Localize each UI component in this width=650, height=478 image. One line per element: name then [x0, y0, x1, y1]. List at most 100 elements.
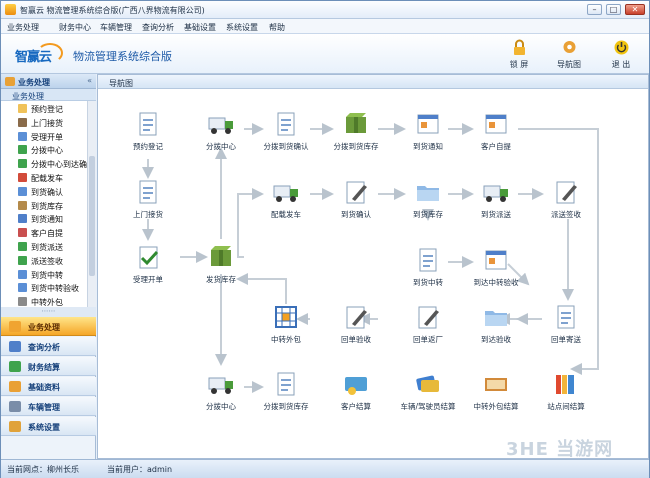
- sidebar-item-4[interactable]: 分拨中心到达确认: [18, 157, 87, 170]
- sidebar-item-12[interactable]: 到货中转: [18, 268, 87, 281]
- flow-node-19[interactable]: 到达验收: [463, 304, 529, 348]
- menu-vehicle[interactable]: 车辆管理: [100, 22, 132, 33]
- menu-system[interactable]: 系统设置: [226, 22, 258, 33]
- sidebar-item-label: 到货通知: [31, 215, 63, 225]
- folder-icon: [5, 77, 15, 86]
- flow-node-label: 到货通知: [413, 142, 443, 151]
- module-0[interactable]: 业务处理: [1, 317, 96, 336]
- module-label: 查询分析: [28, 343, 60, 352]
- flow-node-4[interactable]: 发货库存: [188, 244, 254, 288]
- exit-button[interactable]: 退 出: [606, 39, 636, 71]
- module-3[interactable]: 基础资料: [1, 377, 96, 396]
- sidebar-item-10[interactable]: 到货派送: [18, 240, 87, 253]
- close-button[interactable]: ✕: [625, 4, 645, 15]
- pen-icon: [343, 304, 369, 330]
- flow-node-9[interactable]: 配载发车: [253, 179, 319, 223]
- module-label: 车辆管理: [28, 403, 60, 412]
- flow-node-26[interactable]: 站点间结算: [533, 371, 599, 415]
- module-5[interactable]: 系统设置: [1, 417, 96, 436]
- sidebar-item-label: 受理开单: [31, 132, 63, 142]
- maximize-button[interactable]: □: [606, 4, 621, 15]
- flow-node-label: 站点间结算: [547, 402, 585, 411]
- flow-node-label: 客户自提: [481, 142, 511, 151]
- status-user: 当前用户：admin: [107, 465, 173, 474]
- flow-diagram: 预约登记 上门接货 受理开单 分拨中心 发货库存 分拨到货确认 分拨到货库存 到货通知 客户自提…: [98, 89, 648, 459]
- minimize-button[interactable]: –: [587, 4, 602, 15]
- flow-node-13[interactable]: 派送签收: [533, 179, 599, 223]
- truck-icon: [483, 179, 509, 205]
- menu-finance[interactable]: 财务中心: [59, 22, 91, 33]
- flow-node-3[interactable]: 分拨中心: [188, 111, 254, 155]
- sidebar-item-11[interactable]: 派送签收: [18, 254, 87, 267]
- flow-node-label: 受理开单: [133, 275, 163, 284]
- sidebar-item-icon: [18, 104, 27, 113]
- sidebar-item-3[interactable]: 分拨中心: [18, 143, 87, 156]
- menu-help[interactable]: 帮助: [269, 22, 285, 33]
- flow-node-11[interactable]: 到货库存: [395, 179, 461, 223]
- menu-query[interactable]: 查询分析: [142, 22, 174, 33]
- sidebar-item-icon: [18, 269, 27, 279]
- sidebar-item-label: 分拨中心到达确认: [31, 160, 87, 170]
- navigation-map-button[interactable]: 导航图: [554, 39, 584, 71]
- module-icon: [9, 381, 21, 392]
- sidebar-item-7[interactable]: 到货库存: [18, 199, 87, 212]
- flow-node-12[interactable]: 到货派送: [463, 179, 529, 223]
- flow-node-6[interactable]: 分拨到货库存: [323, 111, 389, 155]
- flow-node-label: 上门接货: [133, 210, 163, 219]
- flow-node-2[interactable]: 受理开单: [115, 244, 181, 288]
- menu-business[interactable]: 业务处理: [7, 22, 39, 33]
- window-icon: [483, 111, 509, 137]
- splitter-handle[interactable]: ⋯⋯: [1, 307, 96, 317]
- flow-node-18[interactable]: 回单返厂: [395, 304, 461, 348]
- flow-node-10[interactable]: 到货确认: [323, 179, 389, 223]
- flow-node-label: 派送签收: [551, 210, 581, 219]
- flow-node-23[interactable]: 客户结算: [323, 371, 389, 415]
- menu-base[interactable]: 基础设置: [184, 22, 216, 33]
- flow-node-8[interactable]: 客户自提: [463, 111, 529, 155]
- flow-node-1[interactable]: 上门接货: [115, 179, 181, 223]
- sidebar-item-6[interactable]: 到货确认: [18, 185, 87, 198]
- sidebar-scrollbar[interactable]: [87, 101, 96, 307]
- sidebar-item-0[interactable]: 预约登记: [18, 102, 87, 115]
- sidebar-item-13[interactable]: 到货中转验收: [18, 281, 87, 294]
- flow-node-label: 到货派送: [481, 210, 511, 219]
- module-4[interactable]: 车辆管理: [1, 397, 96, 416]
- module-1[interactable]: 查询分析: [1, 337, 96, 356]
- flow-node-5[interactable]: 分拨到货确认: [253, 111, 319, 155]
- sidebar-item-label: 到货派送: [31, 243, 63, 252]
- sidebar-item-14[interactable]: 中转外包: [18, 295, 87, 307]
- logo: 智赢云: [15, 42, 65, 66]
- flow-node-16[interactable]: 中转外包: [253, 304, 319, 348]
- sidebar-item-2[interactable]: 受理开单: [18, 130, 87, 143]
- sidebar-item-9[interactable]: 客户自提: [18, 226, 87, 239]
- flow-node-24[interactable]: 车辆/驾驶员结算: [395, 371, 461, 415]
- flow-node-15[interactable]: 到达中转验收: [463, 247, 529, 291]
- flow-node-17[interactable]: 回单验收: [323, 304, 389, 348]
- lock-screen-button[interactable]: 锁 屏: [504, 39, 534, 71]
- flow-node-21[interactable]: 分拨中心: [188, 371, 254, 415]
- flow-node-7[interactable]: 到货通知: [395, 111, 461, 155]
- pen-icon: [553, 179, 579, 205]
- flow-node-label: 预约登记: [133, 142, 163, 151]
- scroll-thumb[interactable]: [89, 156, 95, 276]
- flow-node-14[interactable]: 到货中转: [395, 247, 461, 291]
- flow-node-label: 回单寄送: [551, 335, 581, 344]
- module-label: 基础资料: [28, 383, 60, 392]
- flow-node-label: 分拨中心: [206, 402, 236, 411]
- sidebar-item-8[interactable]: 到货通知: [18, 212, 87, 225]
- flow-node-0[interactable]: 预约登记: [115, 111, 181, 155]
- sidebar-item-label: 客户自提: [31, 229, 63, 239]
- doc-icon: [273, 371, 299, 397]
- doc-icon: [553, 304, 579, 330]
- sidebar-item-1[interactable]: 上门接货: [18, 116, 87, 129]
- flow-node-25[interactable]: 中转外包结算: [463, 371, 529, 415]
- flow-node-label: 分拨到货确认: [263, 142, 309, 151]
- sidebar-item-5[interactable]: 配载发车: [18, 171, 87, 184]
- sidebar-item-icon: [18, 242, 27, 251]
- module-2[interactable]: 财务结算: [1, 357, 96, 376]
- collapse-button[interactable]: «: [87, 76, 92, 85]
- flow-node-label: 客户结算: [341, 402, 371, 411]
- flow-node-22[interactable]: 分拨到货库存: [253, 371, 319, 415]
- flow-node-20[interactable]: 回单寄送: [533, 304, 599, 348]
- module-icon: [9, 341, 21, 352]
